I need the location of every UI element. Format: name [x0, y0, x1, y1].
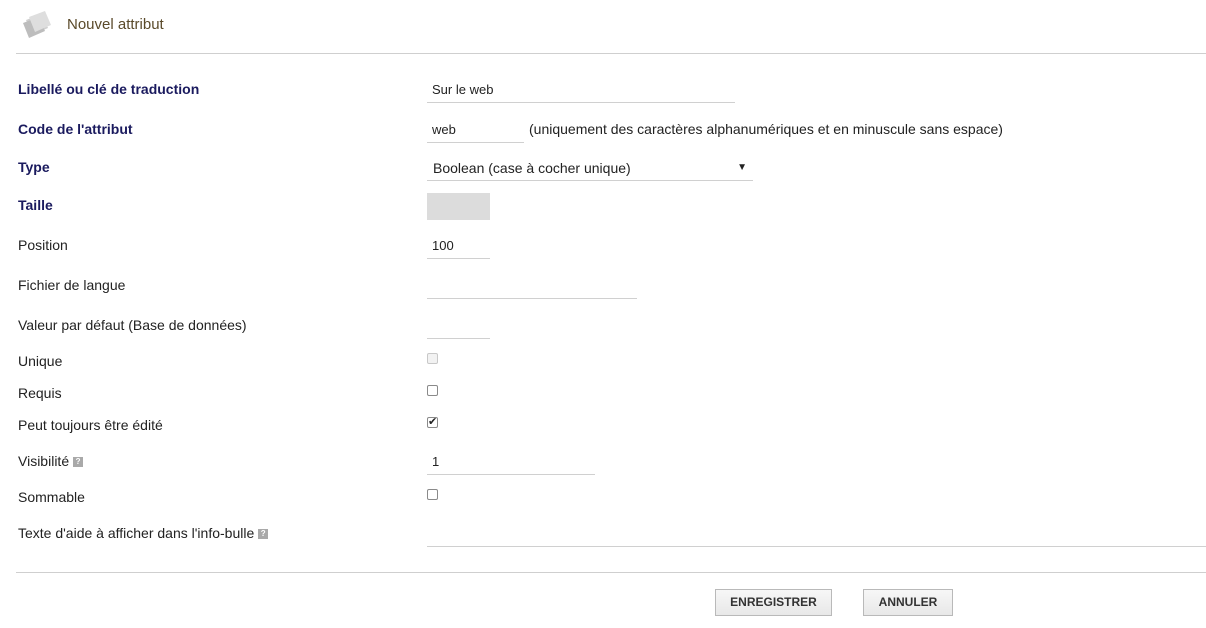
type-select[interactable]: Boolean (case à cocher unique) ▼: [427, 155, 753, 181]
help-text-input[interactable]: [427, 520, 1206, 547]
chevron-down-icon: ▼: [737, 162, 747, 173]
size-field-label: Taille: [18, 197, 53, 213]
position-field-label: Position: [18, 237, 68, 253]
required-field-label: Requis: [18, 385, 62, 401]
always-editable-field-label: Peut toujours être édité: [18, 417, 163, 433]
label-input[interactable]: [427, 76, 735, 103]
checkmark-icon: ✔: [428, 416, 438, 428]
page-header: Nouvel attribut: [16, 0, 1206, 54]
position-input[interactable]: [427, 232, 490, 259]
visibility-field-label: Visibilité?: [18, 453, 84, 469]
always-editable-checkbox[interactable]: ✔: [427, 416, 438, 428]
summable-checkbox[interactable]: [427, 489, 438, 500]
default-value-input[interactable]: [427, 312, 490, 339]
label-field-label: Libellé ou clé de traduction: [18, 81, 200, 97]
footer-divider: [16, 572, 1206, 573]
cancel-button[interactable]: ANNULER: [863, 589, 953, 616]
type-field-label: Type: [18, 159, 50, 175]
unique-field-label: Unique: [18, 353, 63, 369]
folder-icon: [20, 8, 54, 42]
help-icon[interactable]: ?: [73, 457, 84, 468]
help-text-field-label: Texte d'aide à afficher dans l'info-bull…: [18, 525, 269, 541]
save-button[interactable]: ENREGISTRER: [715, 589, 832, 616]
code-field-label: Code de l'attribut: [18, 121, 133, 137]
code-hint: (uniquement des caractères alphanumériqu…: [529, 121, 1003, 137]
help-icon[interactable]: ?: [258, 529, 269, 540]
code-input[interactable]: [427, 116, 524, 143]
summable-field-label: Sommable: [18, 489, 85, 505]
visibility-input[interactable]: [427, 448, 595, 475]
type-select-value: Boolean (case à cocher unique): [433, 160, 631, 176]
size-input: [427, 193, 490, 220]
visibility-label-text: Visibilité: [18, 453, 70, 469]
required-checkbox[interactable]: [427, 385, 438, 396]
unique-checkbox: [427, 353, 438, 364]
default-field-label: Valeur par défaut (Base de données): [18, 317, 247, 333]
langfile-field-label: Fichier de langue: [18, 277, 126, 293]
langfile-input[interactable]: [427, 272, 637, 299]
page-title: Nouvel attribut: [67, 16, 164, 33]
help-text-label-text: Texte d'aide à afficher dans l'info-bull…: [18, 525, 255, 541]
